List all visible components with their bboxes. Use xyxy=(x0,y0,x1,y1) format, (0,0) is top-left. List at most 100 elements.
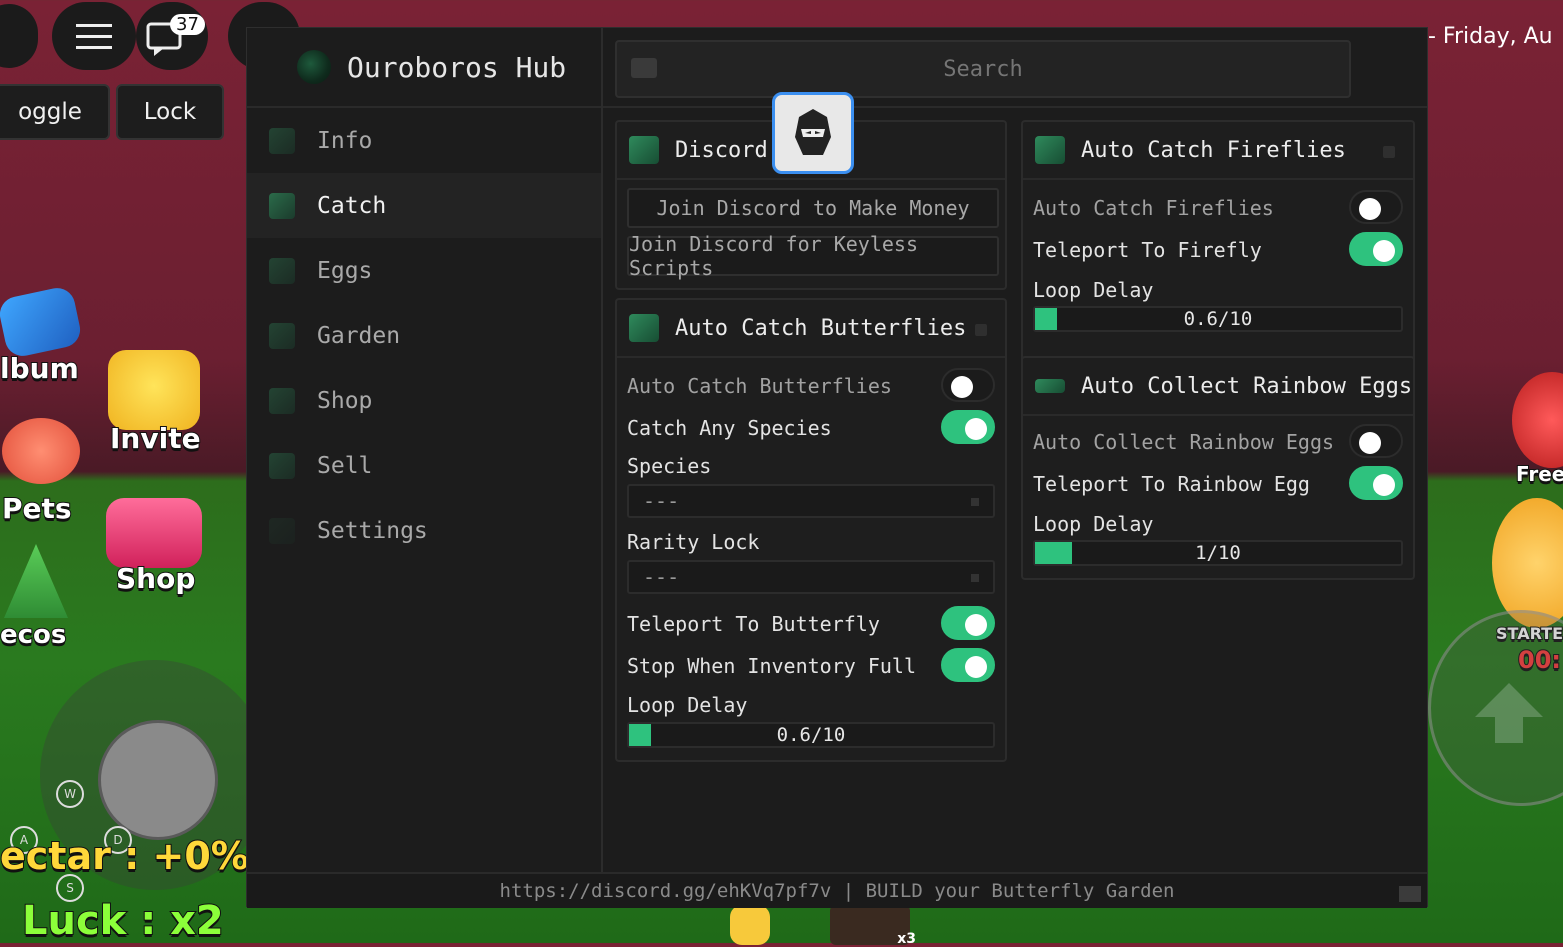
firefly-icon xyxy=(1035,136,1065,164)
rainbow-egg-icon xyxy=(1035,379,1065,393)
search-input[interactable] xyxy=(617,42,1349,96)
catch-any-species-row: Catch Any Species xyxy=(627,408,995,448)
sidebar-item-label: Garden xyxy=(317,322,401,349)
hamburger-menu-button[interactable] xyxy=(52,2,136,70)
toggle-knob xyxy=(1373,474,1395,496)
lock-button[interactable]: Lock xyxy=(116,84,224,140)
sell-icon xyxy=(269,452,295,479)
sidebar-item-label: Sell xyxy=(317,452,373,479)
auto-catch-butterflies-toggle[interactable] xyxy=(941,368,995,402)
shop-icon xyxy=(269,387,295,414)
fireflies-section-title: Auto Catch Fireflies xyxy=(1081,137,1346,163)
luck-label: Luck : x2 xyxy=(21,897,225,945)
toggle-label: Auto Collect Rainbow Eggs xyxy=(1033,430,1335,454)
fireflies-loop-delay-slider[interactable]: 0.6/10 xyxy=(1033,306,1403,332)
toggle-label: Teleport To Rainbow Egg xyxy=(1033,472,1310,496)
hub-title: Ouroboros Hub xyxy=(347,50,567,84)
rainbow-eggs-section: Auto Collect Rainbow Eggs Auto Collect R… xyxy=(1021,356,1415,580)
toggle-knob xyxy=(965,418,987,440)
sidebar-item-catch[interactable]: Catch xyxy=(247,173,601,238)
jump-button[interactable] xyxy=(1428,610,1563,806)
butterflies-section-header[interactable]: Auto Catch Butterflies xyxy=(617,300,1005,358)
pets-icon[interactable] xyxy=(2,418,80,484)
album-icon[interactable] xyxy=(0,284,84,360)
teleport-rainbow-egg-row: Teleport To Rainbow Egg xyxy=(1033,464,1403,504)
join-discord-keyless-button[interactable]: Join Discord for Keyless Scripts xyxy=(627,232,999,280)
sidebar-item-sell[interactable]: Sell xyxy=(247,433,601,498)
dropdown-arrow-icon xyxy=(971,498,979,506)
starter-pack-icon[interactable] xyxy=(1492,498,1563,628)
invite-icon[interactable] xyxy=(108,350,200,430)
header-divider xyxy=(603,106,1427,108)
discord-icon xyxy=(629,136,659,164)
nectar-label: ectar : +0% xyxy=(0,833,250,879)
free-gift-icon[interactable] xyxy=(1512,372,1563,468)
rarity-lock-dropdown[interactable]: --- xyxy=(627,560,995,594)
sidebar-item-shop[interactable]: Shop xyxy=(247,368,601,433)
search-bar[interactable] xyxy=(615,40,1351,98)
toggle-label: oggle xyxy=(18,99,82,125)
roblox-menu-button[interactable] xyxy=(0,4,38,68)
auto-collect-rainbow-toggle[interactable] xyxy=(1349,424,1403,458)
lock-label: Lock xyxy=(143,99,197,125)
sidebar-item-label: Shop xyxy=(317,387,373,414)
arrow-up-icon xyxy=(1475,683,1543,743)
pets-label: Pets xyxy=(1,491,73,526)
ouroboros-logo-icon xyxy=(297,50,331,84)
sidebar-item-label: Info xyxy=(317,127,373,154)
resize-handle-icon[interactable] xyxy=(1399,886,1421,902)
hub-header[interactable]: Ouroboros Hub xyxy=(247,28,601,108)
butterflies-section-title: Auto Catch Butterflies xyxy=(675,315,967,341)
catch-any-species-toggle[interactable] xyxy=(941,410,995,444)
sidebar-item-info[interactable]: Info xyxy=(247,108,601,173)
rainbow-loop-delay-slider[interactable]: 1/10 xyxy=(1033,540,1403,566)
teleport-firefly-toggle[interactable] xyxy=(1349,232,1403,266)
chat-button[interactable]: 37 xyxy=(136,2,208,70)
key-w-hint: W xyxy=(56,780,84,808)
hamburger-icon xyxy=(76,24,112,49)
join-discord-money-button[interactable]: Join Discord to Make Money xyxy=(627,188,999,228)
teleport-butterfly-toggle[interactable] xyxy=(941,606,995,640)
stop-inventory-full-toggle[interactable] xyxy=(941,648,995,682)
toggle-knob xyxy=(965,614,987,636)
slider-value: 1/10 xyxy=(1195,542,1241,564)
loop-delay-label: Loop Delay xyxy=(627,693,748,717)
dropdown-arrow-icon xyxy=(971,574,979,582)
sidebar-item-settings[interactable]: Settings xyxy=(247,498,601,563)
toggle-label: Catch Any Species xyxy=(627,416,832,440)
teleport-rainbow-egg-toggle[interactable] xyxy=(1349,466,1403,500)
info-icon xyxy=(269,127,295,154)
stop-inventory-full-row: Stop When Inventory Full xyxy=(627,646,995,686)
slider-value: 0.6/10 xyxy=(1183,308,1253,330)
discord-section-title: Discord xyxy=(675,137,768,163)
settings-icon xyxy=(269,517,295,544)
sidebar-item-eggs[interactable]: Eggs xyxy=(247,238,601,303)
collapse-icon[interactable] xyxy=(975,324,987,336)
hotbar-slot-item[interactable]: x3 xyxy=(830,905,916,947)
auto-catch-fireflies-toggle[interactable] xyxy=(1349,190,1403,224)
collapse-icon[interactable] xyxy=(1383,146,1395,158)
butterflies-section: Auto Catch Butterflies Auto Catch Butter… xyxy=(615,298,1007,762)
garden-icon xyxy=(269,322,295,349)
eggs-icon xyxy=(269,257,295,284)
decos-icon[interactable] xyxy=(4,544,68,618)
toggle-label: Teleport To Firefly xyxy=(1033,238,1262,262)
rainbow-eggs-section-header[interactable]: Auto Collect Rainbow Eggs xyxy=(1023,358,1413,416)
discord-avatar-image[interactable] xyxy=(772,92,854,174)
datetime-label: - Friday, Au xyxy=(1428,24,1553,49)
fireflies-section: Auto Catch Fireflies Auto Catch Fireflie… xyxy=(1021,120,1415,368)
species-dropdown[interactable]: --- xyxy=(627,484,995,518)
sidebar-nav: Info Catch Eggs Garden Shop Sell Setting… xyxy=(247,108,601,563)
chat-badge: 37 xyxy=(170,14,205,35)
fireflies-section-header[interactable]: Auto Catch Fireflies xyxy=(1023,122,1413,180)
sidebar-item-label: Catch xyxy=(317,192,387,219)
joystick-thumb[interactable] xyxy=(98,720,218,840)
rainbow-eggs-section-title: Auto Collect Rainbow Eggs xyxy=(1081,373,1413,399)
butterflies-loop-delay-slider[interactable]: 0.6/10 xyxy=(627,722,995,748)
slider-value: 0.6/10 xyxy=(776,724,846,746)
sidebar-item-garden[interactable]: Garden xyxy=(247,303,601,368)
toggle-button[interactable]: oggle xyxy=(0,84,110,140)
hotbar-slot-hand[interactable] xyxy=(730,905,770,945)
teleport-firefly-row: Teleport To Firefly xyxy=(1033,230,1403,270)
shop-icon[interactable] xyxy=(106,498,202,568)
